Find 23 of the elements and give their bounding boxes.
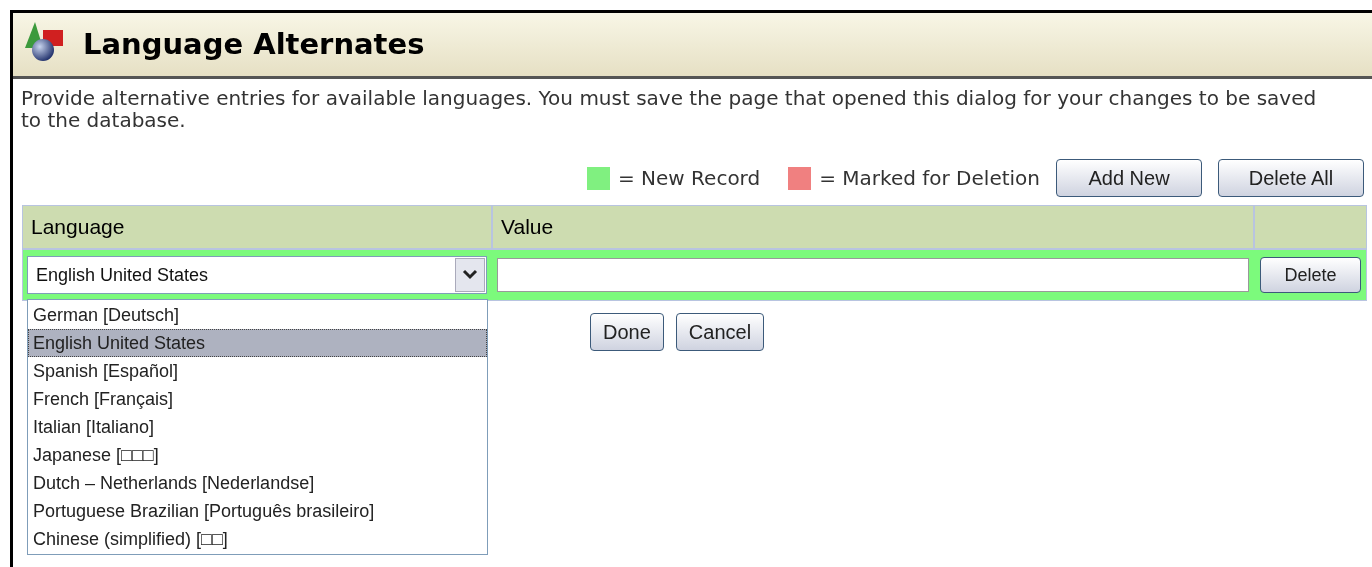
dropdown-option[interactable]: Portuguese Brazilian [Português brasileiro]: [28, 497, 487, 525]
dropdown-option[interactable]: French [Français]: [28, 385, 487, 413]
dialog-title: Language Alternates: [83, 25, 425, 63]
chevron-down-icon[interactable]: [455, 258, 485, 292]
dropdown-option[interactable]: Chinese (simplified) [□□]: [28, 525, 487, 553]
dropdown-option[interactable]: German [Deutsch]: [28, 301, 487, 329]
column-header: Language: [23, 206, 491, 248]
value-field[interactable]: [497, 258, 1249, 292]
delete-button[interactable]: Delete: [1260, 257, 1361, 293]
legend-label: = New Record: [618, 165, 761, 192]
legend-label: = Marked for Deletion: [819, 165, 1040, 192]
dropdown-option[interactable]: Spanish [Español]: [28, 357, 487, 385]
column-header: Value: [493, 206, 1253, 248]
dropdown-option[interactable]: Japanese [□□□]: [28, 441, 487, 469]
dropdown-option[interactable]: English United States: [28, 329, 487, 357]
dropdown-option[interactable]: Italian [Italiano]: [28, 413, 487, 441]
footer-button[interactable]: Cancel: [675, 313, 765, 351]
toolbar-button[interactable]: Delete All: [1218, 159, 1364, 197]
toolbar-button[interactable]: Add New: [1056, 159, 1202, 197]
footer-button[interactable]: Done: [590, 313, 664, 351]
language-select[interactable]: English United States: [27, 256, 487, 294]
description-text: Provide alternative entries for available languages. You must save the page that opened this dialog for your changes to be saved to the database.: [20, 85, 1318, 131]
dropdown-option[interactable]: Dutch – Netherlands [Nederlandse]: [28, 469, 487, 497]
